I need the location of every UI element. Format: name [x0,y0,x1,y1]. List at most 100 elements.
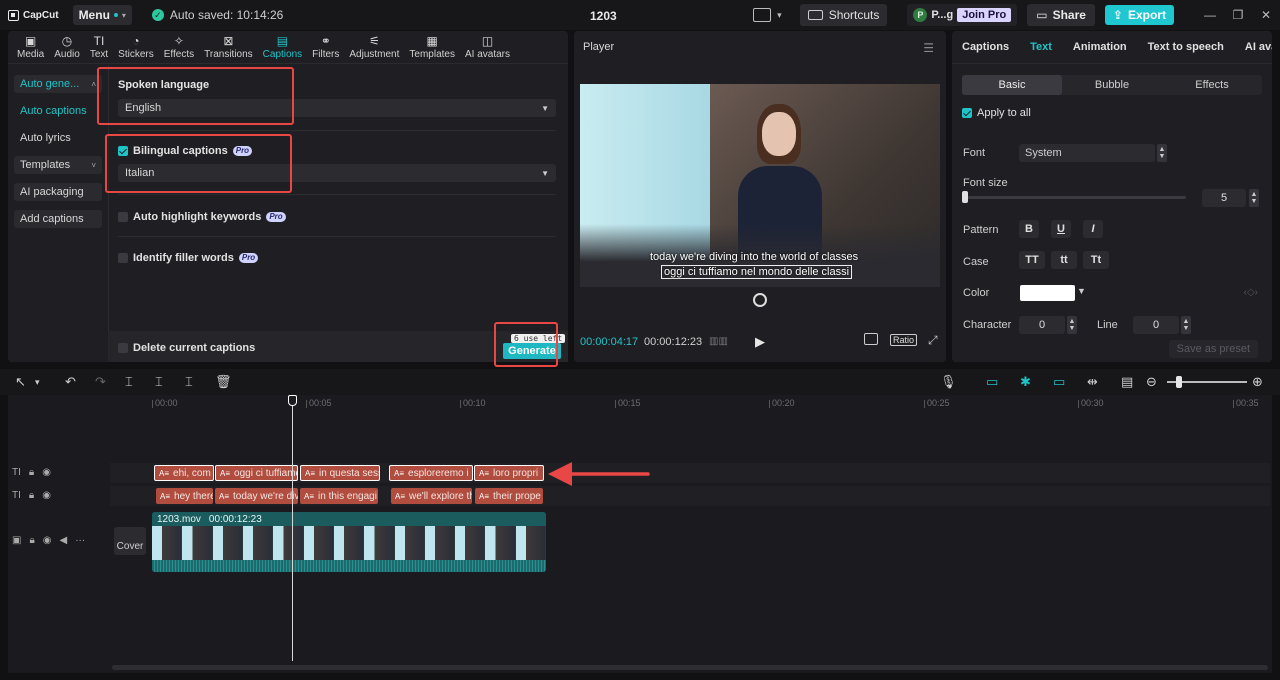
tab-adjustment[interactable]: ⚟ Adjustment [344,31,404,63]
tab-text-to-speech[interactable]: Text to speech [1138,41,1235,53]
nav-auto-generate[interactable]: Auto gene... ˄ [14,75,102,93]
delete-captions-toggle[interactable]: Delete current captions [118,342,255,354]
nav-templates[interactable]: Templates ˅ [14,156,102,174]
video-clip[interactable]: 1203.mov 00:00:12:23 [152,512,546,572]
generate-button[interactable]: Generate [503,343,561,359]
share-button[interactable]: ▭ Share [1027,4,1095,26]
main-track-magnet-icon[interactable]: ▭ [986,375,998,389]
delete-captions-checkbox[interactable] [118,343,128,353]
caption-clip[interactable]: A≡ today we're div [215,488,298,504]
apply-to-all-toggle[interactable]: Apply to all [962,107,1031,119]
chevron-down-icon[interactable]: ▾ [777,10,782,21]
caption-clip[interactable]: A≡ esploreremo i [389,465,473,481]
auto-snap-icon[interactable]: ✱ [1020,375,1031,389]
titlecase-button[interactable]: Tt [1083,251,1109,269]
tab-filters[interactable]: ⚭ Filters [307,31,344,63]
font-size-input[interactable]: 5 [1202,189,1246,207]
tab-ai-avatars[interactable]: ◫ AI avatars [460,31,515,63]
lock-icon[interactable]: 🔒︎ [29,490,34,501]
rotate-icon[interactable] [753,293,767,307]
nav-ai-packaging[interactable]: AI packaging [14,183,102,201]
delete-icon[interactable]: 🗑 [215,375,232,389]
video-preview[interactable]: today we're diving into the world of cla… [580,84,940,287]
caption-clip[interactable]: A≡ hey there [156,488,213,504]
caption-clip[interactable]: A≡ loro propri [474,465,544,481]
restore-icon[interactable]: ❐ [1224,8,1252,22]
chevron-down-icon[interactable]: ▼ [1077,286,1086,296]
cover-button[interactable]: Cover [114,527,146,555]
user-account[interactable]: P P...g Join Pro [907,4,1018,26]
export-button[interactable]: ⇪ Export [1104,5,1174,25]
tab-bubble[interactable]: Bubble [1062,75,1162,95]
menu-button[interactable]: Menu ▾ [72,5,132,25]
nav-auto-captions[interactable]: Auto captions [14,102,102,120]
close-icon[interactable]: ✕ [1252,8,1280,22]
tab-captions[interactable]: ▤ Captions [258,31,307,63]
preview-axis-icon[interactable]: ⇹ [1087,375,1098,389]
fullscreen-icon[interactable]: ⤢ [928,333,938,348]
timecode-grid-icon[interactable]: ▥▥ [709,336,728,347]
redo-icon[interactable]: ↷ [95,375,106,389]
bilingual-language-select[interactable]: Italian ▼ [118,164,556,182]
caption-clip[interactable]: A≡ we'll explore th [391,488,472,504]
auto-highlight-checkbox[interactable] [118,212,128,222]
zoom-slider-handle[interactable] [1176,376,1182,388]
nav-auto-lyrics[interactable]: Auto lyrics [14,129,102,147]
eye-icon[interactable]: ◉ [42,467,51,478]
tab-effects[interactable]: ✧ Effects [159,31,199,63]
select-pointer-icon[interactable]: ↖ [15,375,26,389]
keyframe-icon[interactable]: ‹◇› [1244,287,1258,298]
undo-icon[interactable]: ↶ [65,375,76,389]
tab-text[interactable]: TI Text [85,31,113,63]
eye-icon[interactable]: ◉ [42,490,51,501]
italic-button[interactable]: I [1083,220,1103,238]
zoom-in-icon[interactable]: ⊕ [1252,375,1263,389]
character-stepper[interactable]: ▲ ▼ [1067,316,1077,334]
tab-animation[interactable]: Animation [1063,41,1138,53]
caption-clip[interactable]: A≡ in this engagi [300,488,378,504]
tab-basic[interactable]: Basic [962,75,1062,95]
menu-icon[interactable]: ☰ [923,41,934,55]
caption-preview-icon[interactable]: ▤ [1121,375,1133,389]
auto-highlight-toggle[interactable]: Auto highlight keywords Pro [118,211,286,223]
microphone-icon[interactable]: 🎙 [940,375,957,389]
split-right-icon[interactable]: ⌶ [185,375,193,389]
nav-add-captions[interactable]: Add captions [14,210,102,228]
bold-button[interactable]: B [1019,220,1039,238]
font-select[interactable]: System [1019,144,1155,162]
lowercase-button[interactable]: tt [1051,251,1077,269]
split-icon[interactable]: ⌶ [125,375,133,389]
bilingual-checkbox[interactable] [118,146,128,156]
color-swatch[interactable] [1020,285,1075,301]
split-left-icon[interactable]: ⌶ [155,375,163,389]
filler-words-checkbox[interactable] [118,253,128,263]
font-size-slider-handle[interactable] [962,191,968,203]
spoken-language-select[interactable]: English ▼ [118,99,556,117]
play-icon[interactable]: ▶ [755,334,765,350]
save-preset-button[interactable]: Save as preset [1168,340,1258,358]
minimize-icon[interactable]: — [1196,8,1224,22]
caption-italian[interactable]: oggi ci tuffiamo nel mondo delle classi [661,265,853,279]
bilingual-captions-toggle[interactable]: Bilingual captions Pro [118,145,253,157]
fit-screen-icon[interactable] [864,333,878,345]
more-icon[interactable]: ··· [75,535,85,546]
caption-clip[interactable]: A≡ ehi, com [154,465,214,481]
uppercase-button[interactable]: TT [1019,251,1045,269]
caption-clip[interactable]: A≡ oggi ci tuffiamo [215,465,298,481]
project-title[interactable]: 1203 [590,9,617,23]
tab-transitions[interactable]: ⊠ Transitions [199,31,258,63]
timeline-scrollbar[interactable] [112,665,1268,670]
caption-clip[interactable]: A≡ in questa sess [300,465,380,481]
filler-words-toggle[interactable]: Identify filler words Pro [118,252,259,264]
linkage-icon[interactable]: ▭ [1053,375,1065,389]
tab-media[interactable]: ▣ Media [12,31,49,63]
lock-icon[interactable]: 🔒︎ [29,467,34,478]
playhead-handle[interactable] [288,395,297,406]
playhead[interactable] [292,398,293,661]
ratio-button[interactable]: Ratio [890,334,918,346]
tab-audio[interactable]: ◷ Audio [49,31,85,63]
font-size-slider[interactable] [964,196,1186,199]
audio-icon[interactable]: ◀ [60,535,68,546]
underline-button[interactable]: U [1051,220,1071,238]
line-stepper[interactable]: ▲ ▼ [1181,316,1191,334]
